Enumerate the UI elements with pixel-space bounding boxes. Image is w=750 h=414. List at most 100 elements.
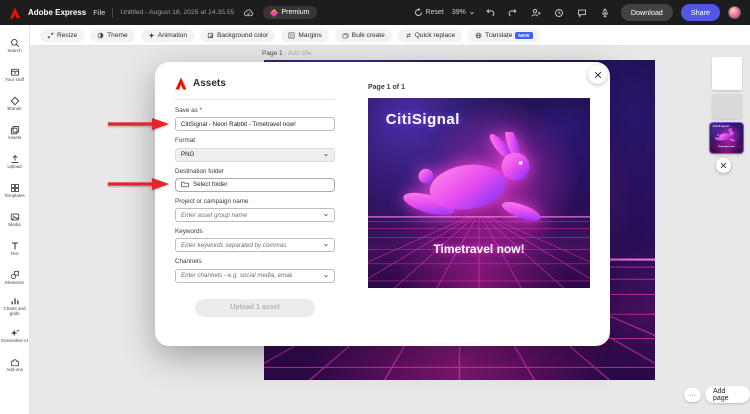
project-name-placeholder: Enter asset group name bbox=[181, 212, 247, 219]
premium-button[interactable]: Premium bbox=[263, 6, 317, 19]
download-button[interactable]: Download bbox=[621, 4, 673, 21]
margins-button[interactable]: Margins bbox=[281, 29, 328, 42]
history-button[interactable] bbox=[552, 5, 567, 20]
sidebar-item-generative-ai[interactable]: Generative AI bbox=[0, 321, 30, 350]
zoom-level: 39% bbox=[452, 9, 466, 16]
text-icon bbox=[10, 241, 20, 251]
sidebar-item-upload[interactable]: Upload bbox=[0, 147, 30, 176]
destination-folder-label: Destination folder bbox=[175, 169, 335, 175]
charts-icon bbox=[10, 296, 20, 306]
elements-icon bbox=[10, 270, 20, 280]
artwork-tagline-text: Timetravel now! bbox=[368, 242, 590, 256]
project-name-select[interactable]: Enter asset group name bbox=[175, 208, 335, 222]
dialog-close-button[interactable] bbox=[588, 65, 607, 84]
sidebar-label: Templates bbox=[3, 194, 26, 199]
quick-replace-button[interactable]: Quick replace bbox=[398, 29, 462, 42]
sidebar-item-text[interactable]: Text bbox=[0, 234, 30, 263]
sidebar-label: Generative AI bbox=[0, 339, 29, 344]
add-page-button[interactable]: Add page bbox=[705, 386, 750, 403]
save-as-input[interactable] bbox=[175, 117, 335, 131]
new-badge: NEW bbox=[515, 32, 532, 39]
sidebar-item-search[interactable]: Search bbox=[0, 31, 30, 60]
sidebar-label: Brands bbox=[6, 107, 22, 112]
translate-button[interactable]: Translate NEW bbox=[468, 29, 540, 42]
sidebar-item-assets[interactable]: Assets bbox=[0, 118, 30, 147]
quick-replace-label: Quick replace bbox=[415, 32, 455, 39]
cloud-sync-icon[interactable] bbox=[241, 5, 256, 20]
animation-label: Animation bbox=[158, 32, 187, 39]
project-name-label: Project or campaign name bbox=[175, 199, 335, 205]
sidebar-label: Assets bbox=[7, 136, 23, 141]
sidebar-item-media[interactable]: Media bbox=[0, 205, 30, 234]
sidebar-item-your-stuff[interactable]: Your stuff bbox=[0, 60, 30, 89]
sidebar-item-templates[interactable]: Templates bbox=[0, 176, 30, 205]
animation-button[interactable]: Animation bbox=[141, 29, 194, 42]
comment-button[interactable] bbox=[575, 5, 590, 20]
document-title[interactable]: Untitled - August 18, 2025 at 14.35.55 bbox=[120, 9, 234, 16]
red-arrow-save-as bbox=[106, 117, 170, 131]
left-navigation: Search Your stuff Brands Assets Upload T… bbox=[0, 25, 30, 414]
background-color-button[interactable]: Background color bbox=[200, 29, 275, 42]
quick-replace-icon bbox=[405, 32, 412, 39]
panel-close-button[interactable] bbox=[716, 158, 731, 173]
folder-icon bbox=[181, 181, 189, 188]
resize-button[interactable]: Resize bbox=[40, 29, 84, 42]
your-stuff-icon bbox=[10, 67, 20, 77]
format-label: Format bbox=[175, 138, 335, 144]
adobe-logo-icon bbox=[9, 7, 21, 19]
page-thumbnail-current[interactable]: CitiSignal Timetravel now! bbox=[710, 123, 743, 153]
neon-rabbit-illustration bbox=[713, 128, 739, 145]
share-button[interactable]: Share bbox=[681, 4, 720, 21]
upload-asset-button[interactable]: Upload 1 asset bbox=[195, 299, 315, 317]
page-thumbnail-placeholder-1[interactable] bbox=[712, 57, 742, 90]
theme-button[interactable]: Theme bbox=[90, 29, 135, 42]
sidebar-label: Search bbox=[6, 49, 22, 54]
add-title-label[interactable]: - Add title bbox=[284, 50, 311, 57]
keywords-select[interactable]: Enter keywords separated by commas bbox=[175, 238, 335, 252]
sidebar-item-add-ons[interactable]: Add-ons bbox=[0, 350, 30, 379]
asset-preview-image: CitiSignal Timetravel now! bbox=[368, 98, 590, 288]
redo-button[interactable] bbox=[506, 5, 521, 20]
sidebar-item-brands[interactable]: Brands bbox=[0, 89, 30, 118]
add-page-label: Add page bbox=[713, 388, 742, 402]
app-name: Adobe Express bbox=[28, 8, 86, 17]
sidebar-label: Upload bbox=[6, 165, 22, 170]
undo-button[interactable] bbox=[483, 5, 498, 20]
preview-page-caption: Page 1 of 1 bbox=[368, 84, 405, 91]
background-color-icon bbox=[207, 32, 214, 39]
close-icon bbox=[720, 162, 727, 169]
zoom-control[interactable]: 39% bbox=[452, 9, 475, 16]
close-icon bbox=[594, 71, 602, 79]
page-thumbnail-placeholder-2[interactable] bbox=[712, 94, 742, 119]
assets-dialog-header: Assets bbox=[175, 77, 226, 90]
assistant-mic-button[interactable] bbox=[598, 5, 613, 20]
sidebar-item-charts-and-grids[interactable]: Charts and grids bbox=[0, 292, 30, 321]
reset-label: Reset bbox=[426, 9, 444, 16]
chevron-down-icon bbox=[469, 10, 475, 16]
invite-collaborator-button[interactable] bbox=[529, 5, 544, 20]
topbar-right: Reset 39% Download bbox=[414, 4, 741, 21]
assets-icon bbox=[10, 125, 20, 135]
more-dots: ··· bbox=[689, 392, 696, 399]
chevron-down-icon bbox=[323, 242, 329, 248]
bulk-create-button[interactable]: Bulk create bbox=[335, 29, 392, 42]
margins-icon bbox=[288, 32, 295, 39]
chevron-down-icon bbox=[323, 212, 329, 218]
resize-icon bbox=[47, 32, 54, 39]
more-options-button[interactable]: ··· bbox=[684, 388, 701, 402]
chevron-down-icon bbox=[323, 152, 329, 158]
neon-rabbit-illustration bbox=[390, 132, 568, 242]
document-toolbar: Resize Theme Animation Background color … bbox=[30, 25, 750, 46]
sidebar-item-elements[interactable]: Elements bbox=[0, 263, 30, 292]
channels-select[interactable]: Enter channels - e.g. social media, emai… bbox=[175, 269, 335, 283]
file-menu[interactable]: File bbox=[93, 8, 105, 17]
select-folder-button[interactable]: Select folder bbox=[175, 178, 335, 192]
dialog-title: Assets bbox=[193, 78, 226, 89]
user-avatar[interactable] bbox=[728, 6, 741, 19]
header-divider bbox=[175, 99, 335, 100]
reset-button[interactable]: Reset bbox=[414, 8, 444, 17]
add-ons-icon bbox=[10, 357, 20, 367]
artwork-brand-text: CitiSignal bbox=[386, 111, 460, 128]
format-select[interactable]: PNG bbox=[175, 148, 335, 162]
format-value: PNG bbox=[181, 151, 194, 158]
